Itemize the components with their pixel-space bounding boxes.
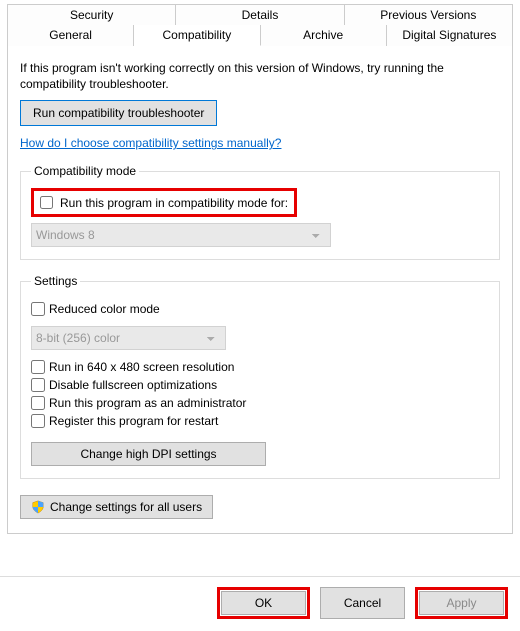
compatibility-mode-group: Compatibility mode Run this program in c… [20, 164, 500, 260]
disable-fullscreen-label: Disable fullscreen optimizations [49, 378, 217, 392]
settings-legend: Settings [31, 274, 80, 288]
highlight-apply: Apply [415, 587, 508, 619]
settings-group: Settings Reduced color mode 8-bit (256) … [20, 274, 500, 479]
highlight-ok: OK [217, 587, 310, 619]
run-as-admin-label: Run this program as an administrator [49, 396, 246, 410]
intro-text: If this program isn't working correctly … [20, 60, 500, 92]
disable-fullscreen-checkbox[interactable] [31, 378, 45, 392]
tab-security[interactable]: Security [7, 4, 176, 25]
tab-archive[interactable]: Archive [261, 25, 387, 46]
manual-settings-link[interactable]: How do I choose compatibility settings m… [20, 136, 281, 150]
run-troubleshooter-button[interactable]: Run compatibility troubleshooter [20, 100, 217, 126]
compat-mode-checkbox[interactable] [40, 196, 53, 209]
tab-general[interactable]: General [7, 25, 134, 46]
reduced-color-checkbox[interactable] [31, 302, 45, 316]
apply-button[interactable]: Apply [419, 591, 504, 615]
compat-mode-checkbox-label: Run this program in compatibility mode f… [60, 196, 288, 210]
run-640x480-checkbox[interactable] [31, 360, 45, 374]
change-all-users-button[interactable]: Change settings for all users [20, 495, 213, 519]
tab-previous-versions[interactable]: Previous Versions [345, 4, 513, 25]
compatibility-panel: If this program isn't working correctly … [7, 46, 513, 534]
highlight-compat-checkbox: Run this program in compatibility mode f… [31, 188, 297, 217]
color-mode-select[interactable]: 8-bit (256) color [31, 326, 226, 350]
run-as-admin-checkbox[interactable] [31, 396, 45, 410]
change-all-users-label: Change settings for all users [50, 500, 202, 514]
shield-icon [31, 500, 45, 514]
change-dpi-button[interactable]: Change high DPI settings [31, 442, 266, 466]
register-restart-label: Register this program for restart [49, 414, 218, 428]
reduced-color-label: Reduced color mode [49, 302, 160, 316]
dialog-buttons: OK Cancel Apply [0, 576, 520, 631]
compatibility-mode-legend: Compatibility mode [31, 164, 139, 178]
ok-button[interactable]: OK [221, 591, 306, 615]
tab-digital-signatures[interactable]: Digital Signatures [387, 25, 513, 46]
run-640x480-label: Run in 640 x 480 screen resolution [49, 360, 234, 374]
tab-details[interactable]: Details [176, 4, 344, 25]
cancel-button[interactable]: Cancel [320, 587, 405, 619]
register-restart-checkbox[interactable] [31, 414, 45, 428]
tab-compatibility[interactable]: Compatibility [134, 25, 260, 46]
compat-mode-select[interactable]: Windows 8 [31, 223, 331, 247]
